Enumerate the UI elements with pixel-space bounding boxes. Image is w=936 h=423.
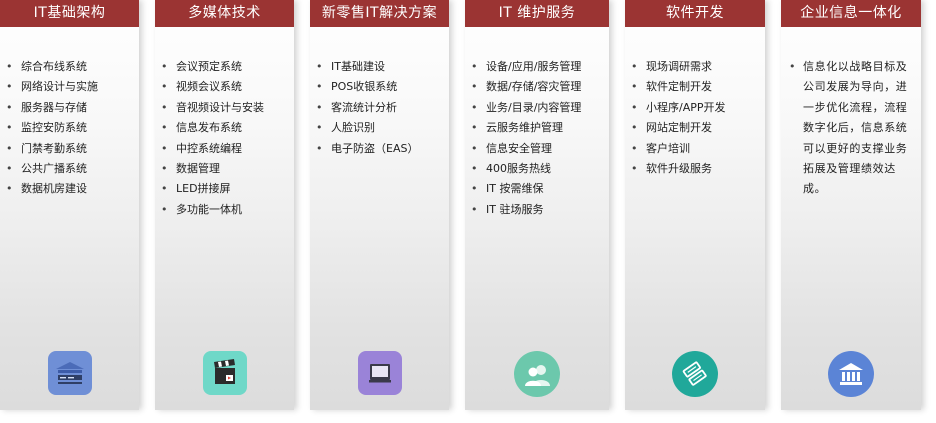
list-item: 云服务维护管理 xyxy=(471,118,609,139)
service-column-software-development: 软件开发 现场调研需求 软件定制开发 小程序/APP开发 网站定制开发 客户培训… xyxy=(625,0,765,410)
list-item: 综合布线系统 xyxy=(6,57,139,78)
list-item: 多功能一体机 xyxy=(161,200,294,221)
list-item: 门禁考勤系统 xyxy=(6,139,139,160)
service-list: 会议预定系统 视频会议系统 音视频设计与安装 信息发布系统 中控系统编程 数据管… xyxy=(155,27,294,221)
column-title: 多媒体技术 xyxy=(155,0,294,27)
tools-icon xyxy=(672,351,718,397)
service-column-enterprise-integration: 企业信息一体化 信息化以战略目标及公司发展为导向，进一步优化流程，流程数字化后，… xyxy=(781,0,921,410)
service-list: 现场调研需求 软件定制开发 小程序/APP开发 网站定制开发 客户培训 软件升级… xyxy=(625,27,765,180)
list-item: 信息发布系统 xyxy=(161,118,294,139)
list-item: 小程序/APP开发 xyxy=(631,98,765,119)
list-item: 软件定制开发 xyxy=(631,77,765,98)
service-list: 设备/应用/服务管理 数据/存储/容灾管理 业务/目录/内容管理 云服务维护管理… xyxy=(465,27,609,221)
list-item: 会议预定系统 xyxy=(161,57,294,78)
list-item: 电子防盗（EAS） xyxy=(316,139,449,160)
list-item: 信息安全管理 xyxy=(471,139,609,160)
list-item: 设备/应用/服务管理 xyxy=(471,57,609,78)
list-item: 数据管理 xyxy=(161,159,294,180)
list-item: 服务器与存储 xyxy=(6,98,139,119)
list-item: 网站定制开发 xyxy=(631,118,765,139)
list-item: 网络设计与实施 xyxy=(6,77,139,98)
list-item: IT 驻场服务 xyxy=(471,200,609,221)
description-paragraph: 信息化以战略目标及公司发展为导向，进一步优化流程，流程数字化后，信息系统可以更好… xyxy=(781,27,921,200)
column-title: 软件开发 xyxy=(625,0,765,27)
column-title: 新零售IT解决方案 xyxy=(310,0,449,27)
list-item: 客户培训 xyxy=(631,139,765,160)
list-item: POS收银系统 xyxy=(316,77,449,98)
service-column-multimedia: 多媒体技术 会议预定系统 视频会议系统 音视频设计与安装 信息发布系统 中控系统… xyxy=(155,0,294,410)
service-list: IT基础建设 POS收银系统 客流统计分析 人脸识别 电子防盗（EAS） xyxy=(310,27,449,159)
list-item: 客流统计分析 xyxy=(316,98,449,119)
list-item: 人脸识别 xyxy=(316,118,449,139)
list-item: LED拼接屏 xyxy=(161,179,294,200)
list-item: 中控系统编程 xyxy=(161,139,294,160)
list-item: IT 按需维保 xyxy=(471,179,609,200)
service-column-it-maintenance: IT 维护服务 设备/应用/服务管理 数据/存储/容灾管理 业务/目录/内容管理… xyxy=(465,0,609,410)
list-item: IT基础建设 xyxy=(316,57,449,78)
list-item: 400服务热线 xyxy=(471,159,609,180)
column-title: IT 维护服务 xyxy=(465,0,609,27)
list-item: 软件升级服务 xyxy=(631,159,765,180)
column-title: IT基础架构 xyxy=(0,0,139,27)
list-item: 音视频设计与安装 xyxy=(161,98,294,119)
monitor-icon xyxy=(357,351,402,395)
list-item: 现场调研需求 xyxy=(631,57,765,78)
service-column-it-infrastructure: IT基础架构 综合布线系统 网络设计与实施 服务器与存储 监控安防系统 门禁考勤… xyxy=(0,0,139,410)
list-item: 业务/目录/内容管理 xyxy=(471,98,609,119)
service-column-new-retail: 新零售IT解决方案 IT基础建设 POS收银系统 客流统计分析 人脸识别 电子防… xyxy=(310,0,449,410)
users-icon xyxy=(514,351,560,397)
bank-building-icon xyxy=(828,351,874,397)
list-item: 数据/存储/容灾管理 xyxy=(471,77,609,98)
server-rack-icon xyxy=(47,351,92,395)
list-item: 数据机房建设 xyxy=(6,179,139,200)
clapperboard-icon xyxy=(202,351,247,395)
service-list: 综合布线系统 网络设计与实施 服务器与存储 监控安防系统 门禁考勤系统 公共广播… xyxy=(0,27,139,200)
list-item: 视频会议系统 xyxy=(161,77,294,98)
list-item: 公共广播系统 xyxy=(6,159,139,180)
list-item: 监控安防系统 xyxy=(6,118,139,139)
column-title: 企业信息一体化 xyxy=(781,0,921,27)
